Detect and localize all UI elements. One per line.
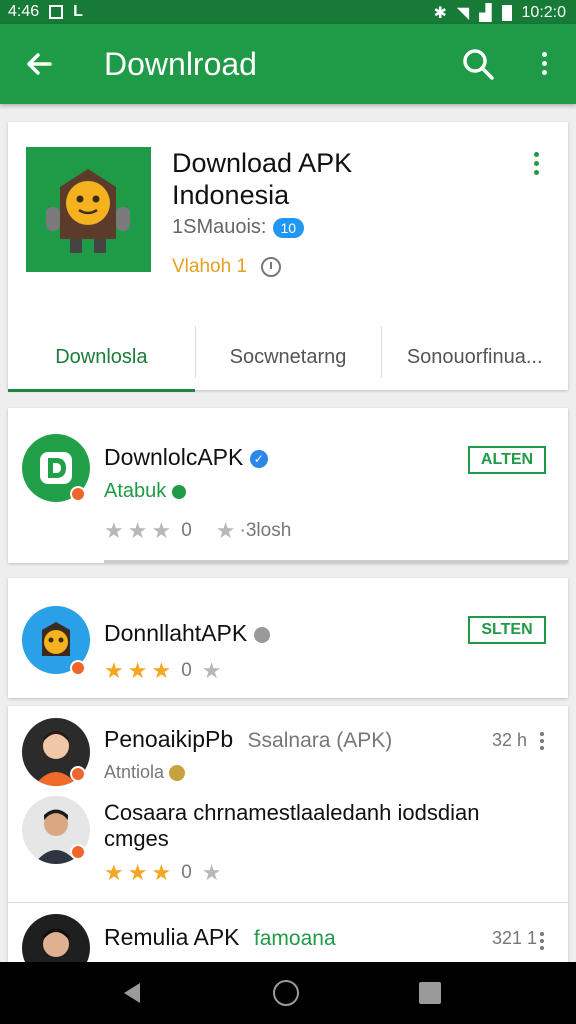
rating-row: ★ ★ ★ 0 ★: [104, 862, 222, 884]
item-subtitle-text: Atntiola: [104, 762, 165, 782]
item-title-suffix: Ssalnara (APK): [247, 729, 393, 752]
item-divider: [8, 902, 568, 903]
item-title: DonnllahtAPK: [104, 620, 270, 647]
item-time: 32 h: [492, 730, 528, 750]
item-title: DownlolcAPK ✓: [104, 444, 268, 471]
item-divider: [104, 560, 568, 563]
star-icon: ★: [201, 658, 222, 683]
verified-icon: ✓: [249, 449, 268, 468]
nav-back-icon[interactable]: [120, 980, 146, 1011]
star-icon: ★: [104, 658, 124, 683]
app-bar: Downlroad: [0, 24, 576, 104]
star-icon: ★: [151, 860, 172, 885]
app-meta-badge: 10: [272, 217, 305, 238]
notification-l-icon: L: [73, 3, 83, 20]
star-icon: ★: [127, 518, 148, 543]
back-arrow-glyph: [27, 53, 52, 75]
star-icon: ★: [151, 518, 172, 543]
list-item[interactable]: DownlolcAPK ✓ Atabuk ★ ★ ★ 0 ★ ·3losh AL…: [8, 408, 568, 563]
item-title-text: DonnllahtAPK: [104, 620, 248, 646]
verified-icon: [253, 626, 270, 643]
notification-icon: [49, 5, 64, 19]
star-icon: ★: [104, 860, 124, 885]
app-rating-row: Vlahoh 1: [172, 256, 282, 278]
page-title: Downlroad: [104, 46, 257, 82]
robot-mascot-icon: [46, 169, 130, 253]
app-name-line1: Download APK: [172, 148, 353, 178]
system-nav-bar: [0, 962, 576, 1024]
review-text-line1: Cosaara chrnamestlaaledanh iodsdian: [104, 800, 480, 825]
status-time-right: 10:2:0: [521, 4, 566, 21]
item-time: 321 1: [492, 928, 538, 948]
wifi-icon: ◥: [456, 5, 470, 22]
item-title-text: DownlolcAPK: [104, 444, 244, 470]
tab-more-info[interactable]: Sonouorfinua...: [381, 322, 568, 392]
developer-badge-icon: [70, 660, 86, 676]
review-list: PenoaikipPb Ssalnara (APK) 32 h Atntiola…: [8, 706, 568, 982]
status-bar: 4:46 L ✱ ◥ ▟ 10:2:0: [0, 0, 576, 24]
battery-icon: [501, 5, 512, 21]
developer-badge-icon: [70, 766, 86, 782]
tab-downloads[interactable]: Downlosla: [8, 322, 195, 392]
featured-app-card: Download APK Indonesia 1SMauois: 10 Vlah…: [8, 122, 568, 392]
verified-icon: [169, 765, 186, 782]
clock-icon: [261, 257, 282, 277]
rating-row: ★ ★ ★ 0 ★: [104, 660, 222, 682]
tab-screenshots[interactable]: Socwnetarng: [194, 322, 382, 392]
item-title-text: PenoaikipPb: [104, 726, 234, 752]
developer-badge-icon: [70, 844, 86, 860]
rating-row: ★ ★ ★ 0 ★ ·3losh: [104, 520, 291, 542]
signal-icon: ▟: [479, 5, 492, 22]
star-icon: ★: [127, 658, 148, 683]
app-meta-label: 1SMauois:: [172, 216, 267, 238]
leaf-badge-icon: [171, 484, 186, 499]
item-title: PenoaikipPb Ssalnara (APK): [104, 726, 392, 753]
rating-number: 0: [181, 862, 192, 883]
list-item[interactable]: DonnllahtAPK ★ ★ ★ 0 ★ SLTEN: [8, 578, 568, 698]
review-text-line2: cmges: [104, 826, 169, 851]
nav-home-icon[interactable]: [273, 980, 299, 1006]
star-icon: ★: [127, 860, 148, 885]
item-title-suffix: famoana: [253, 927, 336, 950]
tab-bar: Downlosla Socwnetarng Sonouorfinua...: [8, 322, 568, 392]
bluetooth-icon: ✱: [433, 5, 447, 22]
rating-text: Vlahoh 1: [172, 256, 248, 277]
installs-text: ·3losh: [239, 520, 292, 541]
item-subtitle: Atabuk: [104, 480, 186, 503]
item-title: Remulia APK famoana: [104, 924, 336, 951]
app-icon[interactable]: [26, 147, 151, 272]
nav-recents-icon[interactable]: [419, 982, 441, 1004]
star-icon: ★: [215, 518, 236, 543]
rating-number: 0: [181, 520, 192, 541]
app-meta: 1SMauois: 10: [172, 216, 305, 239]
card-overflow-menu-icon[interactable]: [534, 152, 539, 175]
item-subtitle: Atntiola: [104, 762, 186, 783]
star-icon: ★: [104, 518, 124, 543]
overflow-menu-icon[interactable]: [530, 46, 558, 82]
item-subtitle-text: Atabuk: [104, 480, 167, 502]
star-icon: ★: [201, 860, 222, 885]
developer-badge-icon: [70, 486, 86, 502]
install-button[interactable]: SLTEN: [468, 616, 546, 644]
app-name-line2: Indonesia: [172, 180, 290, 210]
item-overflow-menu-icon[interactable]: [540, 732, 544, 750]
install-button[interactable]: ALTEN: [468, 446, 546, 474]
back-arrow-icon[interactable]: [20, 44, 60, 84]
search-icon[interactable]: [460, 46, 496, 82]
rating-number: 0: [181, 660, 192, 681]
item-overflow-menu-icon[interactable]: [540, 932, 544, 950]
item-title-text: Remulia APK: [104, 924, 240, 950]
star-icon: ★: [151, 658, 172, 683]
status-time-left: 4:46: [8, 3, 40, 20]
